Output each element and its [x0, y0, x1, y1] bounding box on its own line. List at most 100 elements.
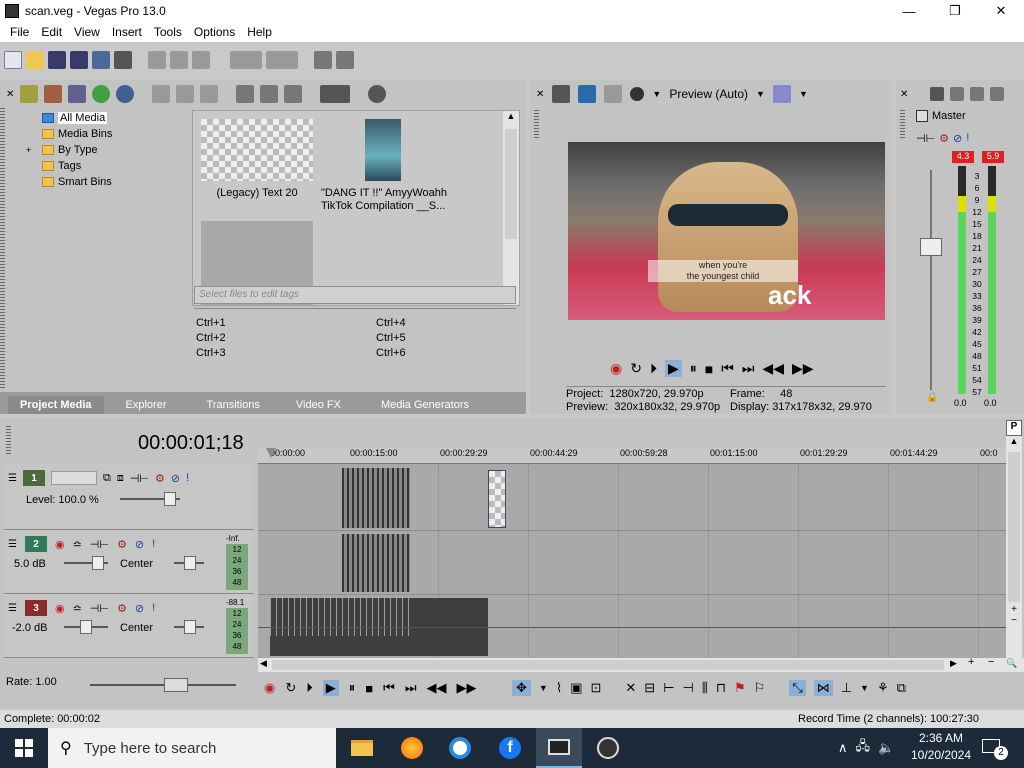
open-icon[interactable]	[26, 51, 44, 69]
go-to-end-icon[interactable]: ⏭	[405, 680, 417, 696]
stop-icon[interactable]	[260, 85, 279, 103]
meter-options-icon[interactable]	[990, 87, 1005, 101]
media-thumb-video[interactable]	[365, 119, 401, 181]
tab-video-fx[interactable]: Video FX	[284, 396, 353, 414]
solo-icon[interactable]: !	[152, 602, 155, 614]
cut-icon[interactable]	[148, 51, 166, 69]
paste-icon[interactable]	[192, 51, 210, 69]
dim-output-icon[interactable]	[970, 87, 985, 101]
mute-icon[interactable]: ⊘	[135, 602, 144, 615]
zoom-in-icon[interactable]: +	[1006, 604, 1022, 615]
taskbar-search[interactable]: ⚲ Type here to search	[48, 728, 336, 768]
undo-icon[interactable]	[230, 51, 262, 69]
scroll-right-icon[interactable]: ▶	[950, 658, 957, 669]
magnify-icon[interactable]: 🔍	[1006, 658, 1017, 669]
mute-icon[interactable]: ⊘	[953, 132, 962, 145]
redo-icon[interactable]	[266, 51, 298, 69]
scroll-thumb[interactable]	[1008, 452, 1020, 602]
play-icon[interactable]: ▶	[322, 680, 339, 696]
menu-edit[interactable]: Edit	[35, 25, 68, 39]
play-icon[interactable]	[236, 85, 255, 103]
audio-clip-events-2[interactable]	[342, 534, 410, 592]
panel-grip[interactable]	[900, 110, 905, 140]
views-icon[interactable]	[320, 85, 351, 103]
start-button[interactable]	[0, 728, 48, 768]
get-photo-icon[interactable]	[68, 85, 87, 103]
solo-icon[interactable]: !	[152, 538, 155, 550]
insert-marker-icon[interactable]: ⚑	[734, 680, 746, 696]
playhead-marker[interactable]	[266, 448, 276, 458]
copy-icon[interactable]	[170, 51, 188, 69]
file-explorer-icon[interactable]	[346, 732, 378, 764]
split-screen-icon[interactable]	[604, 85, 623, 103]
record-icon[interactable]: ◉	[264, 680, 275, 696]
panel-grip[interactable]	[0, 108, 5, 390]
save-icon[interactable]	[48, 51, 66, 69]
composite-icon[interactable]: ⧉	[103, 472, 111, 485]
bypass-icon[interactable]: ⊣⊢	[130, 472, 149, 485]
track-header-2[interactable]: ☰ 2 ◉ ≏ ⊣⊢ ⚙ ⊘ ! 5.0 dB Center -Inf. 12 2…	[4, 530, 254, 594]
peak-right[interactable]: 5.9	[982, 151, 1004, 163]
tree-item-tags[interactable]: Tags	[42, 158, 184, 174]
chevron-up-icon[interactable]: ∧	[838, 740, 848, 756]
master-fader-handle[interactable]	[920, 238, 942, 256]
firefox-icon[interactable]	[396, 732, 428, 764]
next-frame-icon[interactable]: ▶▶	[792, 360, 814, 377]
go-to-end-icon[interactable]: ⏭	[742, 360, 755, 377]
hscroll-thumb[interactable]	[272, 660, 944, 670]
volume-slider-handle[interactable]	[80, 620, 92, 634]
media-scrollbar[interactable]: ▲ ▼	[503, 111, 519, 305]
overlays-icon[interactable]	[630, 87, 645, 101]
pan-slider-handle[interactable]	[184, 556, 196, 570]
solo-icon[interactable]: !	[186, 472, 189, 484]
prev-frame-icon[interactable]: ◀◀	[427, 680, 447, 696]
timeline-vscroll[interactable]: P ▲ + −	[1006, 420, 1022, 660]
lock-envelopes-icon[interactable]: ⧉	[897, 680, 906, 696]
auto-ripple-icon[interactable]: ⤡	[789, 680, 806, 696]
minimize-button[interactable]: —	[886, 0, 932, 22]
get-media-web-icon[interactable]	[92, 85, 111, 103]
clock[interactable]: 2:36 AM 10/20/2024	[910, 730, 972, 764]
panel-close-icon[interactable]: ✕	[536, 89, 544, 100]
menu-tools[interactable]: Tools	[148, 25, 188, 39]
vegas-taskbar-icon[interactable]	[536, 728, 582, 768]
mixer-icon[interactable]	[930, 87, 945, 101]
tags-input[interactable]: Select files to edit tags	[194, 286, 516, 304]
panel-grip[interactable]	[6, 426, 11, 456]
downmix-icon[interactable]	[950, 87, 965, 101]
properties-icon[interactable]	[114, 51, 132, 69]
track-fx-gear-icon[interactable]: ⚙	[117, 602, 127, 615]
chevron-down-icon[interactable]: ▼	[756, 89, 765, 99]
go-to-start-icon[interactable]: ⏮	[383, 680, 395, 696]
external-monitor-icon[interactable]	[578, 85, 597, 103]
obs-icon[interactable]	[592, 732, 624, 764]
track-header-1[interactable]: ☰ 1 ⧉ ⧈ ⊣⊢ ⚙ ⊘ ! Level: 100.0 %	[4, 464, 254, 530]
scroll-up-icon[interactable]: ▲	[503, 111, 519, 127]
fx-gear-icon[interactable]: ⚙	[939, 132, 949, 145]
auto-crossfade-icon[interactable]: ⋈	[813, 680, 833, 696]
tree-item-all-media[interactable]: All Media	[42, 110, 184, 126]
play-from-start-icon[interactable]: ⏵	[306, 680, 313, 696]
chevron-down-icon[interactable]: ▼	[652, 89, 661, 99]
zoom-in-time-icon[interactable]: +	[968, 656, 974, 668]
track-menu-icon[interactable]: ☰	[8, 539, 17, 550]
volume-envelope[interactable]	[258, 627, 1006, 628]
media-fx-icon[interactable]	[116, 85, 135, 103]
split-icon[interactable]: ⫼	[702, 680, 708, 696]
timeline-hscroll[interactable]: ◀ ▶ + − 🔍	[258, 656, 1024, 672]
maximize-button[interactable]: ❐	[932, 0, 978, 22]
event-grouping-icon[interactable]: ⚘	[877, 680, 889, 696]
go-to-start-icon[interactable]: ⏮	[721, 360, 734, 377]
tree-item-smart-bins[interactable]: Smart Bins	[42, 174, 184, 190]
mute-icon[interactable]: ⊘	[135, 538, 144, 551]
tab-media-generators[interactable]: Media Generators	[369, 396, 481, 414]
arm-record-icon[interactable]: ◉	[55, 602, 65, 615]
next-frame-icon[interactable]: ▶▶	[457, 680, 477, 696]
scroll-left-icon[interactable]: ◀	[260, 658, 267, 669]
prev-frame-icon[interactable]: ◀◀	[762, 360, 784, 377]
save-as-icon[interactable]	[70, 51, 88, 69]
zoom-out-icon[interactable]: −	[1006, 615, 1022, 626]
tab-transitions[interactable]: Transitions	[195, 396, 272, 414]
menu-file[interactable]: File	[4, 25, 35, 39]
chevron-down-icon[interactable]: ▼	[539, 683, 548, 693]
